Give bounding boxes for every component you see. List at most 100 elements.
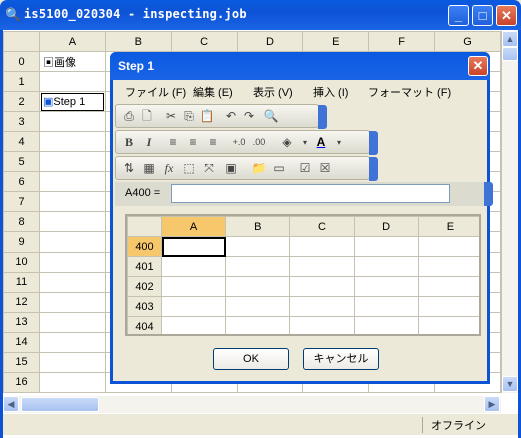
sheet-cell[interactable] [160,276,227,297]
sheet-cell[interactable] [225,236,291,257]
print-icon[interactable]: ⎙ [120,108,138,126]
cell[interactable] [39,231,106,253]
decrease-decimal-icon[interactable]: .00 [250,134,268,152]
title-bar[interactable]: 🔍 is5100_020304 - inspecting.job _ □ ✕ [0,0,521,30]
vertical-scrollbar[interactable]: ▲ ▼ [501,31,518,393]
maximize-button[interactable]: □ [472,5,493,26]
row-header[interactable]: 10 [3,251,40,273]
row-header[interactable]: 0 [3,51,40,73]
cell-a0[interactable]: ▣画像 [39,51,106,73]
cut-icon[interactable]: ✂ [162,108,180,126]
control-icon[interactable]: ▭ [270,160,288,178]
col-header-e[interactable]: E [302,30,370,53]
cell[interactable] [39,151,106,173]
menu-insert[interactable]: 挿入 (I) [313,84,348,100]
corner-cell[interactable] [3,30,40,53]
sheet-row-header[interactable]: 403 [127,296,162,317]
cell[interactable] [39,191,106,213]
row-header[interactable]: 9 [3,231,40,253]
row-header[interactable]: 2 [3,91,40,113]
sheet-cell[interactable] [417,276,479,297]
cell-a2[interactable]: ▣Step 1 [39,91,106,113]
sheet-col-e[interactable]: E [417,216,479,237]
close-button[interactable]: ✕ [496,5,517,26]
sheet-cell[interactable] [353,316,419,334]
horizontal-scrollbar[interactable]: ◀ ▶ [3,396,501,413]
cell[interactable] [39,311,106,333]
row-header[interactable]: 15 [3,351,40,373]
resize-region-icon[interactable]: ⤧ [200,160,218,178]
table-icon[interactable]: ▦ [140,160,158,178]
cell[interactable] [39,131,106,153]
row-header[interactable]: 7 [3,191,40,213]
cell[interactable] [39,271,106,293]
col-header-b[interactable]: B [104,30,172,53]
row-header[interactable]: 16 [3,371,40,394]
cell[interactable] [39,111,106,133]
cell[interactable] [39,371,106,394]
sheet-cell[interactable] [225,296,291,317]
sheet-row-header[interactable]: 404 [127,316,162,334]
increase-decimal-icon[interactable]: +.0 [230,134,248,152]
col-header-g[interactable]: G [434,30,501,53]
sheet-cell[interactable] [289,296,355,317]
scroll-left-button[interactable]: ◀ [3,396,19,412]
menu-format[interactable]: フォーマット (F) [368,84,451,100]
row-header[interactable]: 5 [3,151,40,173]
row-header[interactable]: 13 [3,311,40,333]
sheet-cell[interactable] [225,316,291,334]
find-icon[interactable]: 🔍 [262,108,280,126]
print-preview-icon[interactable]: 🗋 [138,108,156,126]
sheet-cell[interactable] [417,236,479,257]
menu-file[interactable]: ファイル (F) [125,84,186,100]
italic-icon[interactable]: I [140,134,158,152]
disabled-box-icon[interactable]: ☒ [316,160,334,178]
active-cell-a400[interactable] [160,236,227,257]
cell[interactable] [39,351,106,373]
sheet-cell[interactable] [160,256,227,277]
sheet-cell[interactable] [289,236,355,257]
sheet-col-b[interactable]: B [225,216,291,237]
image-window-icon[interactable]: ▣ [222,160,240,178]
toolbar-grip[interactable] [369,131,378,155]
row-header[interactable]: 8 [3,211,40,233]
scroll-right-button[interactable]: ▶ [484,396,500,412]
formula-input[interactable] [171,184,450,203]
cell[interactable] [39,251,106,273]
sheet-row-header[interactable]: 402 [127,276,162,297]
cell[interactable] [39,331,106,353]
cell[interactable] [39,291,106,313]
sheet-cell[interactable] [417,296,479,317]
sheet-cell[interactable] [353,236,419,257]
redo-icon[interactable]: ↷ [240,108,258,126]
align-center-icon[interactable]: ≡ [184,134,202,152]
col-header-c[interactable]: C [170,30,238,53]
ok-button[interactable]: OK [213,348,289,370]
sheet-row-header[interactable]: 401 [127,256,162,277]
sheet-cell[interactable] [353,256,419,277]
row-header[interactable]: 14 [3,331,40,353]
cancel-button[interactable]: キャンセル [303,348,379,370]
cell[interactable] [39,211,106,233]
folder-icon[interactable]: 📁 [250,160,268,178]
sheet-cell[interactable] [353,276,419,297]
row-header[interactable]: 3 [3,111,40,133]
sheet-cell[interactable] [160,296,227,317]
sheet-corner[interactable] [127,216,162,237]
dialog-title-bar[interactable]: Step 1 ✕ [110,52,490,80]
sheet-cell[interactable] [417,316,479,334]
cell[interactable] [39,171,106,193]
dialog-close-button[interactable]: ✕ [468,56,488,76]
undo-icon[interactable]: ↶ [222,108,240,126]
sheet-col-d[interactable]: D [353,216,419,237]
align-left-icon[interactable]: ≡ [164,134,182,152]
col-header-d[interactable]: D [236,30,304,53]
sheet-cell[interactable] [289,256,355,277]
font-color-icon[interactable]: A [312,134,330,152]
fill-color-icon[interactable]: ◈ [278,134,296,152]
font-color-dropdown-icon[interactable]: ▾ [330,134,348,152]
paste-icon[interactable]: 📋 [198,108,216,126]
function-icon[interactable]: fx [160,160,178,178]
scroll-down-button[interactable]: ▼ [502,376,518,392]
toolbar-grip[interactable] [318,105,327,129]
